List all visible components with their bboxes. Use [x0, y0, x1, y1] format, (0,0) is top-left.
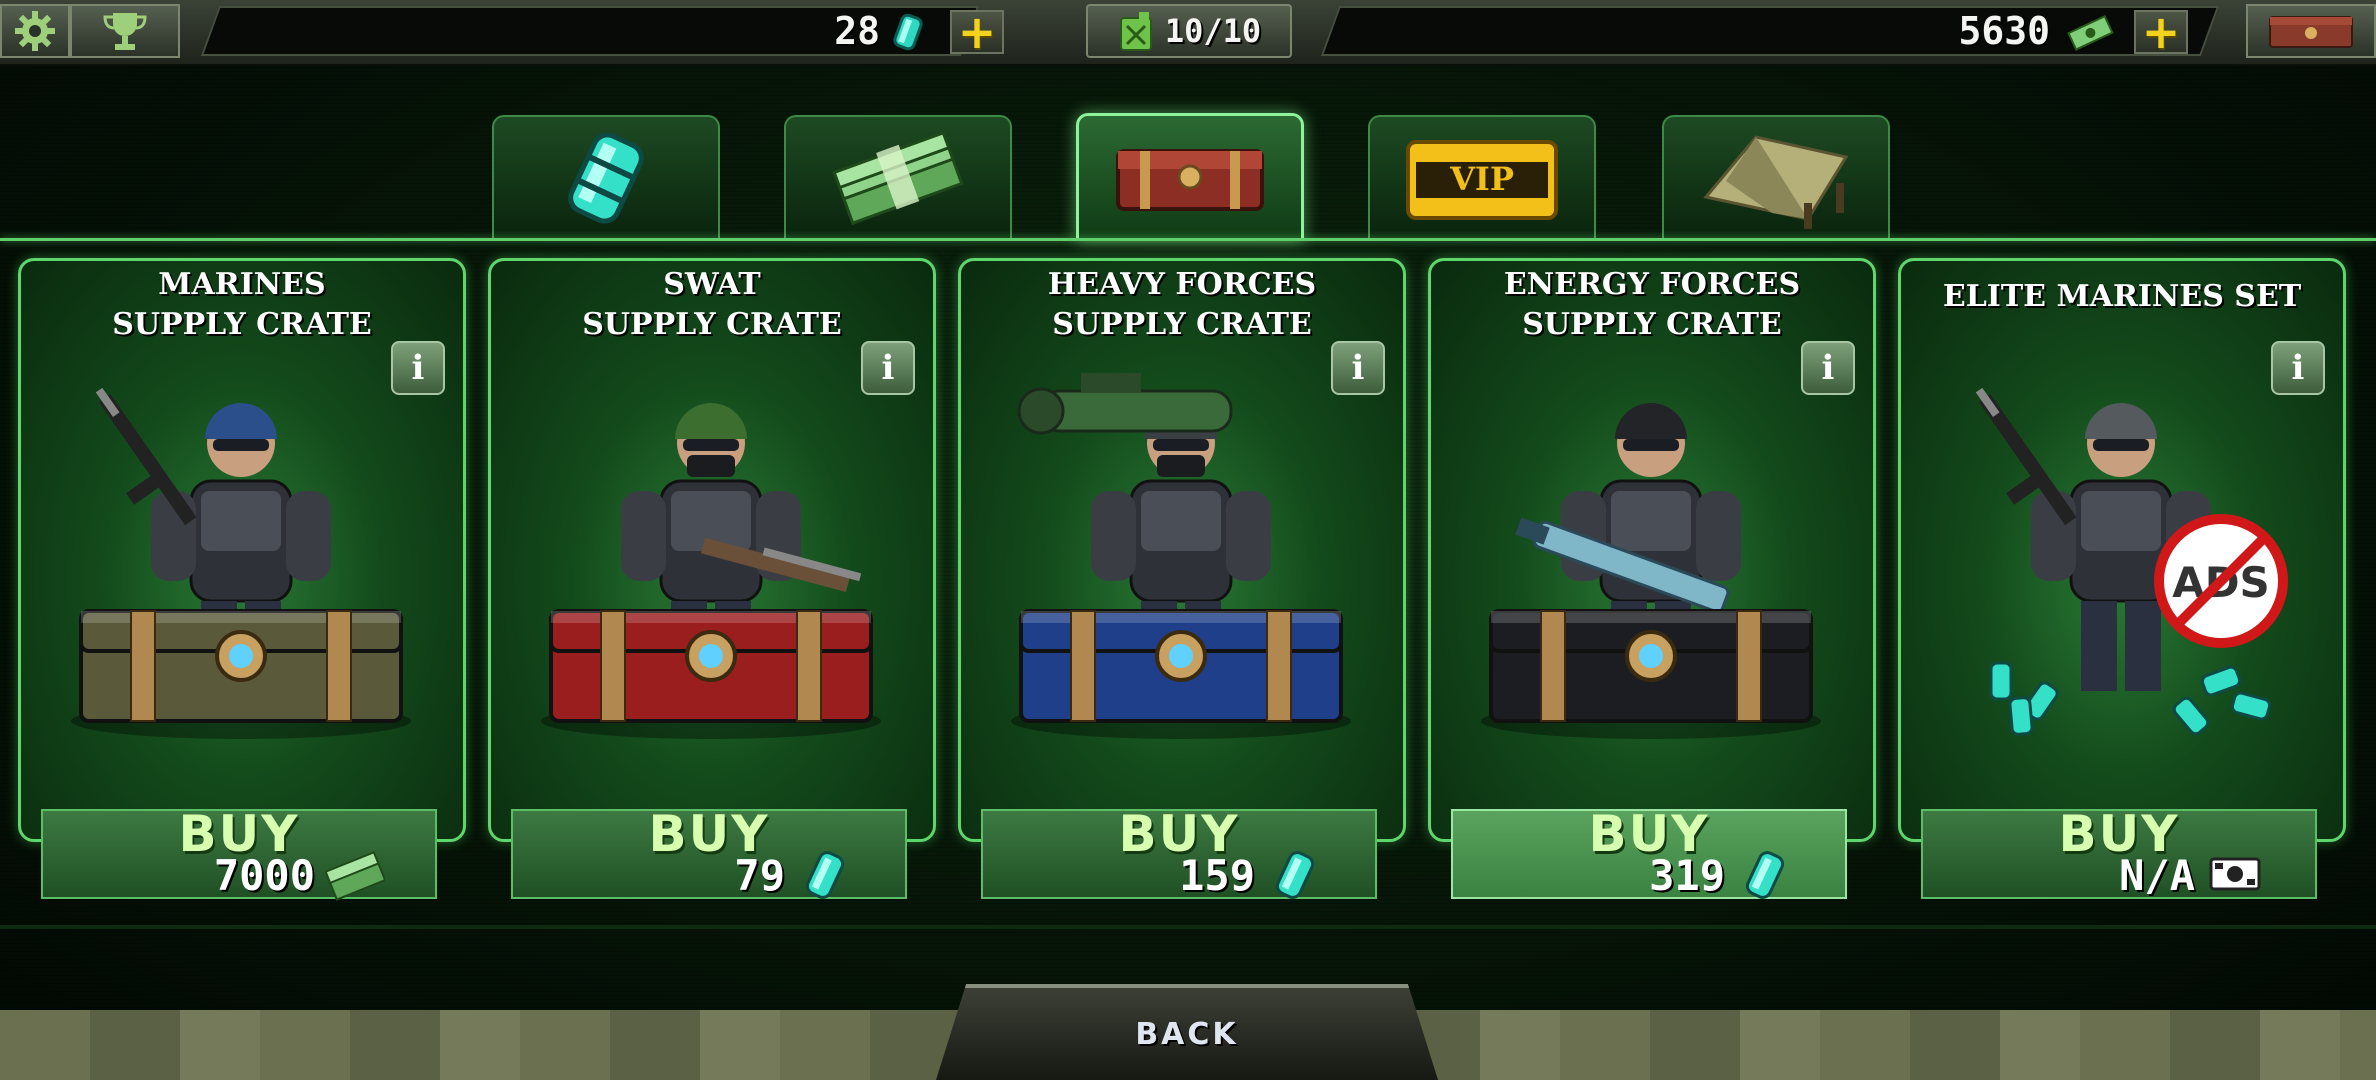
- top-bar: 28 + 10/10 5630 +: [0, 0, 2376, 66]
- buy-button[interactable]: BUY 79: [511, 805, 907, 900]
- cash-icon: [325, 850, 385, 901]
- supply-crate-card-4[interactable]: ENERGY FORCES SUPPLY CRATE i BUY 319: [1428, 258, 1876, 900]
- plus-icon: +: [2141, 5, 2181, 59]
- price-value: 7000: [213, 851, 315, 900]
- vip-label: VIP: [1449, 160, 1514, 198]
- gem-icon: [1275, 851, 1315, 899]
- soldier-and-crate-illustration: [71, 387, 411, 739]
- tab-gems[interactable]: [492, 115, 720, 239]
- vip-card-icon: VIP: [1406, 140, 1558, 220]
- buy-cash-button[interactable]: +: [2134, 5, 2188, 59]
- supply-crate-card-3[interactable]: HEAVY FORCES SUPPLY CRATE i BUY 159: [958, 258, 1406, 900]
- supply-crate-card-2[interactable]: SWAT SUPPLY CRATE i BUY 79: [488, 258, 936, 900]
- cash-count: 5630: [1958, 9, 2050, 53]
- supply-crate-card-1[interactable]: MARINES SUPPLY CRATE i BUY 7000: [18, 258, 466, 901]
- card-title: ELITE MARINES SET: [1942, 279, 2302, 314]
- tab-cash[interactable]: [784, 115, 1012, 239]
- settings-button[interactable]: [0, 4, 70, 58]
- cash-stack-icon: [832, 130, 964, 226]
- price-value: 159: [1179, 851, 1255, 900]
- plus-icon: +: [957, 5, 997, 59]
- back-label: BACK: [1135, 1016, 1239, 1052]
- gem-icon: [1745, 851, 1785, 899]
- cash-icon: [2067, 14, 2114, 51]
- crate-shortcut-button[interactable]: [2246, 4, 2376, 58]
- tab-vip[interactable]: VIP: [1368, 115, 1596, 239]
- buy-button[interactable]: BUY 7000: [41, 805, 437, 901]
- soldier-and-crate-illustration: [541, 403, 881, 739]
- no-ads-badge: ADS: [2154, 514, 2288, 648]
- buy-button[interactable]: BUY N/A: [1921, 805, 2317, 900]
- gem-icon: [893, 13, 923, 51]
- tab-divider: [0, 238, 2376, 241]
- footer-divider: [0, 925, 2376, 929]
- buy-gems-button[interactable]: +: [950, 5, 1004, 59]
- tab-crates[interactable]: [1076, 113, 1304, 241]
- price-value: 319: [1649, 851, 1725, 900]
- crate-icon: [71, 609, 411, 739]
- weapon: [1017, 373, 1233, 435]
- crate-icon: [1116, 148, 1264, 211]
- soldier-and-crate-illustration: ADS: [1975, 387, 2288, 736]
- gem-canister-icon: [568, 132, 644, 224]
- crate-icon: [541, 609, 881, 739]
- supply-crate-card-5[interactable]: ELITE MARINES SET i ADS BUY N/A: [1898, 258, 2346, 900]
- tab-base[interactable]: [1662, 115, 1890, 239]
- achievements-button[interactable]: [70, 4, 180, 58]
- tent-icon: [1703, 135, 1849, 229]
- back-button[interactable]: BACK: [936, 984, 1438, 1080]
- fuel-can-icon: [1119, 12, 1152, 51]
- fuel-indicator: 10/10: [1086, 4, 1292, 58]
- gem-icon: [805, 851, 845, 899]
- buy-button[interactable]: BUY 159: [981, 805, 1377, 900]
- soldier-and-crate-illustration: [1481, 403, 1821, 739]
- price-value: N/A: [2119, 851, 2195, 900]
- fuel-count: 10/10: [1164, 12, 1262, 50]
- buy-button[interactable]: BUY 319: [1451, 805, 1847, 900]
- crate-icon: [1011, 609, 1351, 739]
- trophy-icon: [103, 13, 147, 50]
- crate-icon: [2269, 16, 2353, 48]
- gem-count: 28: [834, 9, 880, 53]
- price-value: 79: [734, 851, 785, 900]
- gear-icon: [15, 11, 55, 51]
- ad-icon: [2209, 857, 2261, 891]
- soldier-and-crate-illustration: [1011, 373, 1351, 739]
- crate-icon: [1481, 609, 1821, 739]
